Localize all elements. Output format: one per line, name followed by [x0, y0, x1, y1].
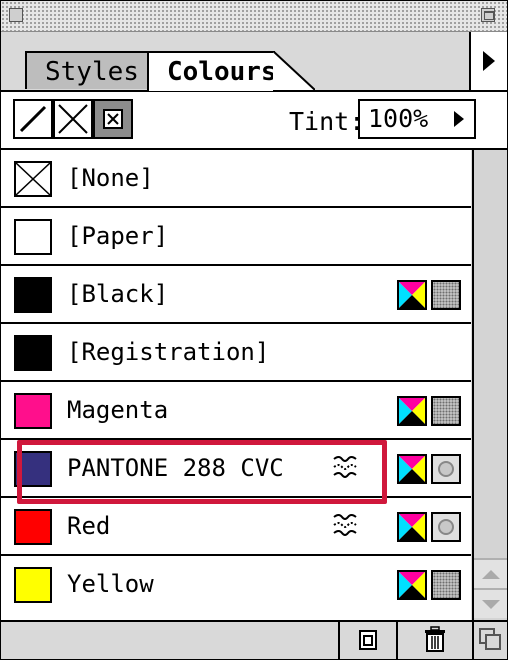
no-fill-tool-icon [58, 104, 88, 134]
colour-name: Yellow [67, 570, 154, 598]
tint-value: 100% [368, 104, 429, 133]
colour-name: Red [67, 512, 111, 540]
stroke-tool-icon [19, 105, 47, 133]
colour-row-red[interactable]: Red [1, 498, 471, 556]
scroll-up-button[interactable] [474, 558, 507, 588]
palette-title-bar[interactable] [1, 1, 507, 32]
no-fill-tool-button[interactable] [53, 99, 93, 139]
resize-grip[interactable] [472, 622, 507, 659]
colour-name: [None] [67, 164, 154, 192]
colour-name: [Paper] [67, 222, 169, 250]
swatch-registration [14, 335, 52, 371]
process-colour-icon [397, 454, 427, 484]
tone-mode-icon [431, 396, 461, 426]
process-colour-icon [397, 570, 427, 600]
dot-mode-icon [431, 454, 461, 484]
colour-row-black[interactable]: [Black] [1, 266, 471, 324]
close-box-icon[interactable] [9, 8, 23, 22]
new-colour-button[interactable] [338, 622, 396, 659]
colour-row-registration[interactable]: [Registration] [1, 324, 471, 382]
delete-colour-button[interactable] [396, 622, 472, 659]
palette-footer [1, 620, 507, 659]
new-colour-icon [359, 630, 377, 650]
scroll-up-icon [482, 570, 500, 579]
tint-dropdown[interactable]: 100% [358, 99, 476, 139]
scroll-down-button[interactable] [474, 588, 507, 618]
colour-row-none[interactable]: [None] [1, 150, 471, 208]
colours-palette: Styles Colours Tint: 100% [None] [Paper]… [0, 0, 508, 660]
dot-mode-icon [431, 512, 461, 542]
colour-row-yellow[interactable]: Yellow [1, 556, 471, 614]
swatch-magenta [14, 393, 52, 429]
process-colour-icon [397, 512, 427, 542]
tab-styles[interactable]: Styles [25, 51, 149, 89]
palette-menu-button[interactable] [469, 32, 507, 90]
swatch-black [14, 277, 52, 313]
tab-edge-decoration [273, 51, 315, 90]
swatch-paper [14, 219, 52, 255]
colour-name: [Black] [67, 280, 169, 308]
tint-label: Tint: [289, 107, 365, 136]
menu-arrow-icon [483, 51, 495, 71]
selection-highlight-box [17, 440, 387, 504]
process-colour-icon [397, 396, 427, 426]
stroke-tool-button[interactable] [13, 99, 53, 139]
colour-row-paper[interactable]: [Paper] [1, 208, 471, 266]
swatch-red [14, 509, 52, 545]
delete-colour-icon [425, 626, 445, 652]
resize-grip-icon [479, 628, 501, 650]
colour-row-magenta[interactable]: Magenta [1, 382, 471, 440]
swatch-yellow [14, 567, 52, 603]
colour-name: Magenta [67, 396, 169, 424]
scroll-down-icon [482, 600, 500, 609]
process-colour-icon [397, 280, 427, 310]
fill-tool-icon [103, 109, 123, 129]
vertical-scrollbar[interactable] [472, 150, 507, 620]
colour-list: [None] [Paper] [Black] [Registration] Ma… [1, 150, 471, 620]
tint-arrow-icon [454, 111, 464, 127]
tone-mode-icon [431, 570, 461, 600]
fill-tool-button[interactable] [93, 99, 133, 139]
tab-row: Styles Colours [1, 32, 507, 92]
spot-colour-icon [333, 514, 357, 536]
colour-name: [Registration] [67, 338, 270, 366]
collapse-box-icon[interactable] [481, 8, 495, 22]
tab-colours[interactable]: Colours [147, 51, 277, 91]
colour-tools-row: Tint: 100% [1, 92, 507, 150]
swatch-none [14, 161, 52, 197]
tone-mode-icon [431, 280, 461, 310]
